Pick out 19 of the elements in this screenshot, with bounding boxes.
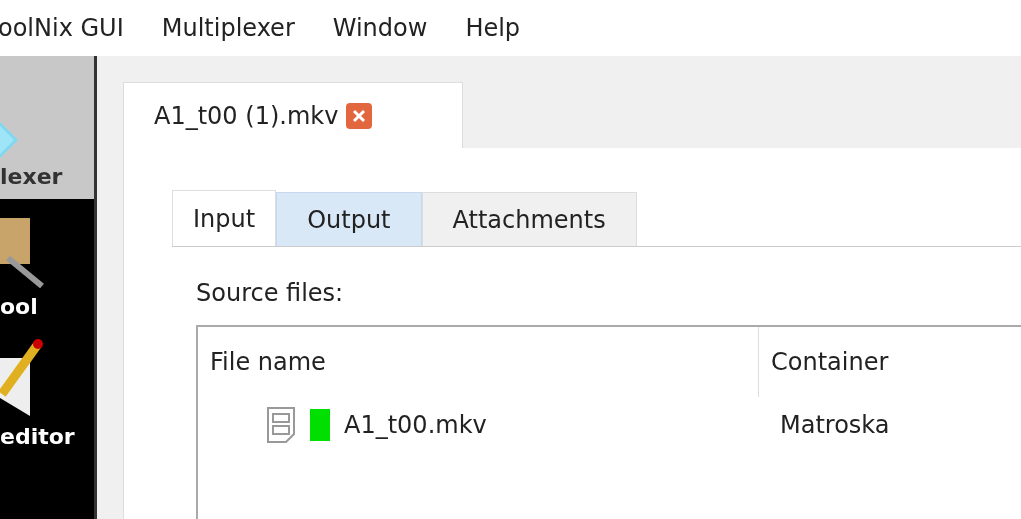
section-label: Source files: [196,279,345,307]
diamond-icon [0,122,18,158]
menu-item[interactable]: Window [332,14,428,42]
file-icon [266,406,296,444]
sidebar-item[interactable]: lexer [0,56,94,199]
tab[interactable]: Input [172,190,277,246]
close-icon[interactable] [346,102,373,129]
pencil-icon [0,338,46,418]
menu-item[interactable]: Multiplexer [161,14,295,42]
table-cell-text: Matroska [779,411,890,439]
document-tab[interactable]: A1_t00 (1).mkv [123,82,463,148]
menu-item[interactable]: oolNix GUI [0,14,124,42]
column-header[interactable]: Container [758,327,889,397]
tab[interactable]: Output [276,192,422,246]
tab[interactable]: Attachments [421,192,637,246]
menu-item[interactable]: Help [465,14,521,42]
toolbox-icon [0,218,46,288]
table-cell: A1_t00.mkv [344,411,487,439]
column-header[interactable]: File name [198,348,758,376]
